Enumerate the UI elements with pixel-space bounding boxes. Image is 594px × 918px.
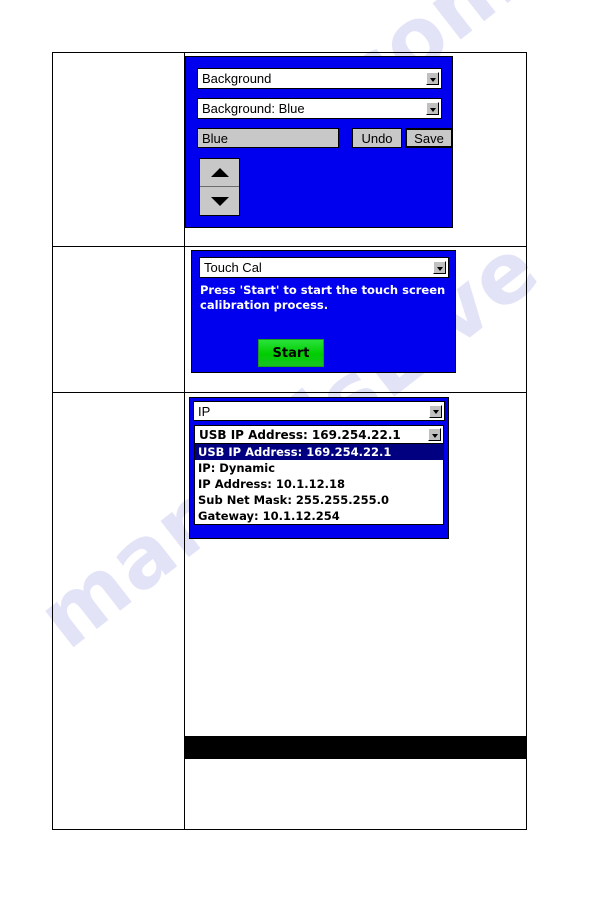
chevron-down-icon[interactable] <box>426 102 439 115</box>
stepper-up-button[interactable] <box>200 159 239 187</box>
table-row: Touch Cal Press 'Start' to start the tou… <box>53 247 526 393</box>
ip-category-combo-value: IP <box>198 403 211 419</box>
chevron-down-icon[interactable] <box>428 428 441 441</box>
table-cell-description-3 <box>53 393 185 829</box>
ip-selected-combo-value: USB IP Address: 169.254.22.1 <box>199 427 401 442</box>
triangle-up-icon <box>210 168 229 177</box>
table-cell-screenshot-2: Touch Cal Press 'Start' to start the tou… <box>185 247 526 392</box>
document-table: Background Background: Blue Blue Undo Sa… <box>52 52 527 830</box>
list-item[interactable]: IP Address: 10.1.12.18 <box>195 476 443 492</box>
table-cell-description-1 <box>53 53 185 246</box>
start-button-label: Start <box>272 345 310 361</box>
triangle-down-icon <box>210 196 229 206</box>
ip-selected-combo[interactable]: USB IP Address: 169.254.22.1 <box>194 425 444 443</box>
chevron-down-icon[interactable] <box>426 72 439 85</box>
list-item-label: IP: Dynamic <box>198 461 276 475</box>
chevron-down-icon[interactable] <box>433 261 446 274</box>
device-screen-background: Background Background: Blue Blue Undo Sa… <box>185 56 453 228</box>
background-value-field-text: Blue <box>202 130 229 146</box>
background-value-stepper[interactable] <box>199 158 240 216</box>
table-cell-screenshot-1: Background Background: Blue Blue Undo Sa… <box>185 53 526 246</box>
background-category-combo-value: Background <box>202 71 272 86</box>
ip-dropdown-listbox[interactable]: USB IP Address: 169.254.22.1 IP: Dynamic… <box>194 443 444 525</box>
background-setting-combo-value: Background: Blue <box>202 101 305 116</box>
touchcal-category-combo[interactable]: Touch Cal <box>199 257 449 278</box>
chevron-down-icon[interactable] <box>429 404 442 418</box>
table-cell-description-2 <box>53 247 185 392</box>
undo-button-label: Undo <box>361 130 393 146</box>
background-value-field[interactable]: Blue <box>197 128 339 148</box>
stepper-down-button[interactable] <box>200 187 239 215</box>
save-button[interactable]: Save <box>405 128 453 148</box>
device-screen-ip: IP USB IP Address: 169.254.22.1 USB IP A… <box>189 397 449 539</box>
save-button-label: Save <box>414 130 444 146</box>
list-item-label: Gateway: 10.1.12.254 <box>198 509 340 523</box>
list-item[interactable]: Sub Net Mask: 255.255.255.0 <box>195 492 443 508</box>
list-item-label: Sub Net Mask: 255.255.255.0 <box>198 493 390 507</box>
device-screen-touch-cal: Touch Cal Press 'Start' to start the tou… <box>191 250 456 373</box>
ip-category-combo[interactable]: IP <box>193 401 445 421</box>
list-item-label: IP Address: 10.1.12.18 <box>198 477 345 491</box>
touchcal-instruction-text: Press 'Start' to start the touch screen … <box>200 283 446 312</box>
list-item[interactable]: USB IP Address: 169.254.22.1 <box>195 444 443 460</box>
undo-button[interactable]: Undo <box>352 128 402 148</box>
background-category-combo[interactable]: Background <box>197 68 442 89</box>
touchcal-category-combo-value: Touch Cal <box>204 260 262 275</box>
table-row: IP USB IP Address: 169.254.22.1 USB IP A… <box>53 393 527 829</box>
start-button[interactable]: Start <box>258 339 324 367</box>
table-row: Background Background: Blue Blue Undo Sa… <box>53 53 526 247</box>
list-item[interactable]: IP: Dynamic <box>195 460 443 476</box>
black-separator-bar <box>185 736 527 759</box>
list-item-label: USB IP Address: 169.254.22.1 <box>198 445 392 459</box>
list-item[interactable]: Gateway: 10.1.12.254 <box>195 508 443 524</box>
table-cell-screenshot-3: IP USB IP Address: 169.254.22.1 USB IP A… <box>185 393 527 829</box>
background-setting-combo[interactable]: Background: Blue <box>197 98 442 119</box>
